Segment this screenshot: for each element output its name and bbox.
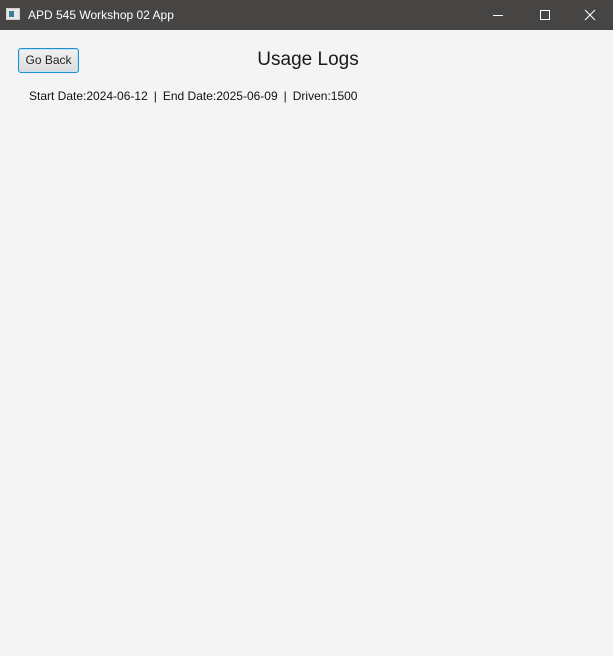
close-icon — [584, 9, 596, 21]
separator: | — [283, 89, 287, 103]
driven-value: 1500 — [330, 89, 358, 103]
app-icon — [6, 8, 20, 20]
usage-summary: Start Date:2024-06-12 | End Date:2025-06-0… — [29, 89, 357, 103]
start-date-label: Start Date: — [29, 89, 87, 103]
title-bar[interactable]: APD 545 Workshop 02 App — [0, 0, 613, 30]
main-content: Go Back Usage Logs Start Date:2024-06-12… — [0, 30, 613, 656]
minimize-icon — [493, 15, 503, 16]
minimize-button[interactable] — [475, 0, 521, 30]
page-title: Usage Logs — [257, 49, 359, 70]
end-date-label: End Date: — [162, 89, 217, 103]
maximize-icon — [540, 10, 550, 20]
maximize-button[interactable] — [522, 0, 568, 30]
end-date-value: 2025-06-09 — [216, 89, 278, 103]
separator: | — [153, 89, 157, 103]
window-title: APD 545 Workshop 02 App — [28, 8, 174, 22]
close-button[interactable] — [567, 0, 613, 30]
start-date-value: 2024-06-12 — [86, 89, 148, 103]
app-window: APD 545 Workshop 02 App Go Back Usage Lo… — [0, 0, 613, 656]
driven-label: Driven: — [292, 89, 331, 103]
